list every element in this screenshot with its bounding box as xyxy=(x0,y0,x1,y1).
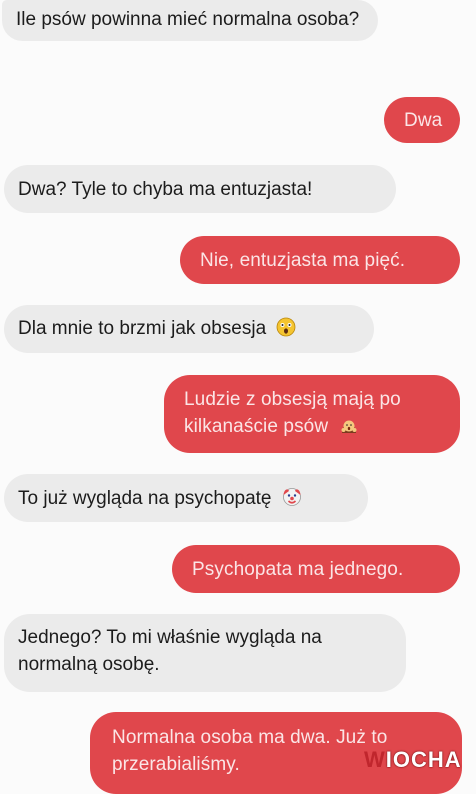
outgoing-message[interactable]: Ludzie z obsesją mają po kilkanaście psó… xyxy=(164,375,460,453)
watermark-rest: IOCHA xyxy=(385,747,462,772)
message-text: Psychopata ma jednego. xyxy=(192,559,404,580)
incoming-message[interactable]: To już wygląda na psychopatę xyxy=(4,474,368,522)
outgoing-message[interactable]: Psychopata ma jednego. xyxy=(172,545,460,593)
outgoing-message[interactable]: Dwa xyxy=(384,97,460,143)
message-text: Jednego? To mi właśnie wygląda na normal… xyxy=(18,627,322,675)
message-text: Dla mnie to brzmi jak obsesja xyxy=(18,318,267,339)
incoming-message[interactable]: Dwa? Tyle to chyba ma entuzjasta! xyxy=(4,165,396,213)
message-text: Normalna osoba ma dwa. Już to przerabial… xyxy=(112,727,388,775)
message-text: To już wygląda na psychopatę xyxy=(18,488,272,509)
message-text: Nie, entuzjasta ma pięć. xyxy=(200,250,406,271)
incoming-message[interactable]: Dla mnie to brzmi jak obsesja xyxy=(4,305,374,353)
message-text: Ile psów powinna mieć normalna osoba? xyxy=(16,9,360,30)
incoming-message[interactable]: Jednego? To mi właśnie wygląda na normal… xyxy=(4,614,406,692)
message-text: Ludzie z obsesją mają po kilkanaście psó… xyxy=(184,389,401,437)
woman-with-hands-on-cheeks-icon xyxy=(339,415,359,443)
outgoing-message[interactable]: Nie, entuzjasta ma pięć. xyxy=(180,236,460,284)
watermark-first-letter: W xyxy=(364,747,386,772)
astonished-face-icon xyxy=(276,317,296,345)
clown-face-icon xyxy=(282,487,302,515)
message-text: Dwa? Tyle to chyba ma entuzjasta! xyxy=(18,179,313,200)
incoming-message[interactable]: Ile psów powinna mieć normalna osoba? xyxy=(2,0,378,41)
message-text: Dwa xyxy=(404,110,443,131)
wiocha-watermark-logo: W IOCHA xyxy=(364,744,472,776)
